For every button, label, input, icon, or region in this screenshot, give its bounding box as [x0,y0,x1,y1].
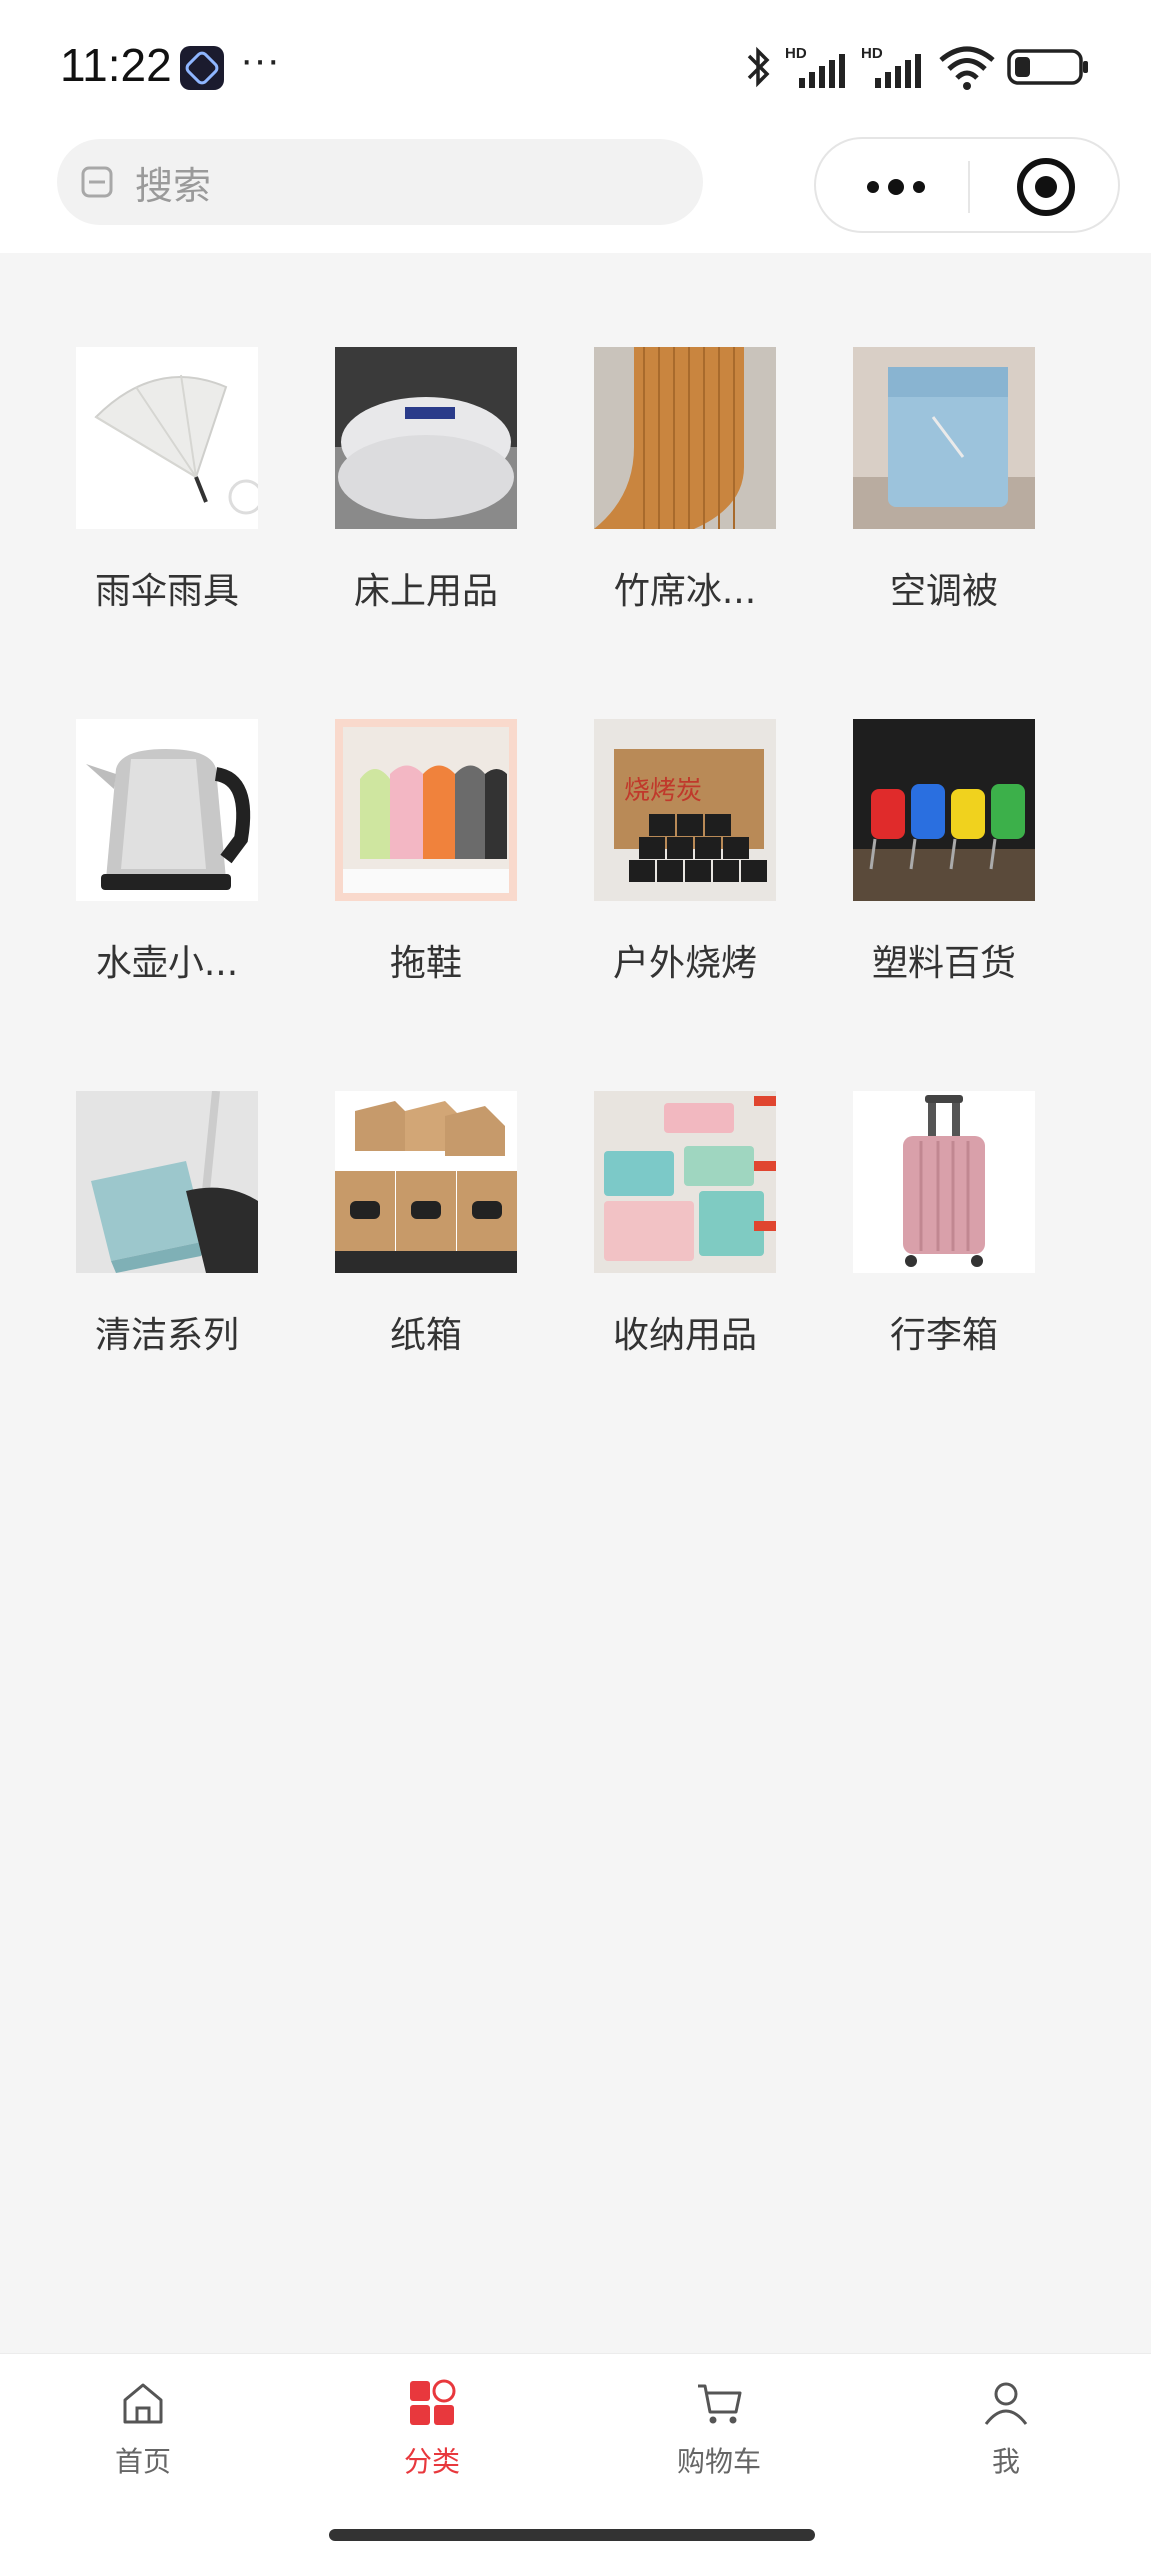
svg-text:HD: HD [861,45,883,62]
kettle-image [76,719,258,901]
category-item-quilt[interactable]: 空调被 [815,347,1045,687]
bedding-image [335,347,517,529]
category-item-kettle[interactable]: 水壶小... [38,719,268,1059]
category-item-bbq[interactable]: 烧烤炭 户外烧烤 [556,719,786,1059]
tab-category[interactable]: 分类 [332,2378,532,2488]
category-label: 收纳用品 [612,1315,757,1356]
category-label: 床上用品 [353,571,498,612]
category-label: 纸箱 [389,1315,462,1356]
status-bar: 11:22 ··· HD HD [0,0,1151,135]
tab-label: 分类 [403,2445,460,2478]
user-icon [984,2382,1028,2425]
category-label: 空调被 [889,571,998,612]
plastic-chairs-image [853,719,1035,901]
umbrella-image [76,347,258,529]
category-item-luggage[interactable]: 行李箱 [815,1091,1045,1431]
category-item-cleaning[interactable]: 清洁系列 [38,1091,268,1431]
category-item-bamboo-mat[interactable]: 竹席冰... [556,347,786,687]
battery-icon [1007,49,1088,85]
search-placeholder[interactable]: 搜索 [135,155,211,210]
category-label: 竹席冰... [613,571,757,612]
status-more-dots: ··· [240,38,280,82]
search-icon [81,166,113,198]
tab-label: 购物车 [676,2445,761,2478]
wifi-icon [939,46,995,90]
capsule-divider [968,161,970,213]
status-time: 11:22 [60,39,172,91]
category-item-plastic[interactable]: 塑料百货 [815,719,1045,1059]
category-icon [410,2379,456,2425]
category-label: 塑料百货 [871,943,1016,984]
slippers-image [335,719,517,901]
category-label: 行李箱 [889,1315,998,1356]
search-box[interactable]: 搜索 [57,139,703,225]
category-item-cardboard[interactable]: 纸箱 [297,1091,527,1431]
category-label: 雨伞雨具 [94,571,239,612]
cart-icon [698,2384,742,2424]
category-label: 户外烧烤 [612,943,757,984]
home-icon [123,2383,163,2424]
system-status-icons: HD HD [741,40,1091,94]
tab-label: 首页 [114,2445,171,2478]
target-close-icon [1017,158,1075,216]
tab-home[interactable]: 首页 [43,2378,243,2488]
quilt-image [853,347,1035,529]
signal-hd-2-icon: HD [861,45,921,88]
cardboard-box-image [335,1091,517,1273]
storage-box-image [594,1091,776,1273]
signal-hd-icon: HD [785,45,845,88]
charcoal-image: 烧烤炭 [594,719,776,901]
category-item-bedding[interactable]: 床上用品 [297,347,527,687]
category-item-storage[interactable]: 收纳用品 [556,1091,786,1431]
top-bar: 搜索 [0,135,1151,253]
category-item-umbrella[interactable]: 雨伞雨具 [38,347,268,687]
tab-label: 我 [991,2445,1020,2478]
category-label: 水壶小... [95,943,239,984]
tab-cart[interactable]: 购物车 [619,2378,819,2488]
app-notification-icon [180,46,224,90]
suitcase-image [853,1091,1035,1273]
bluetooth-icon [747,46,770,88]
home-indicator[interactable] [329,2529,815,2541]
close-mini-program-button[interactable] [1012,153,1080,221]
more-dots-icon [867,179,925,195]
category-label: 拖鞋 [389,943,462,984]
category-label: 清洁系列 [94,1315,239,1356]
dustpan-image [76,1091,258,1273]
svg-text:烧烤炭: 烧烤炭 [624,776,702,806]
tab-me[interactable]: 我 [906,2378,1106,2488]
svg-text:HD: HD [785,45,807,62]
bamboo-mat-image [594,347,776,529]
mini-program-capsule [814,137,1120,233]
category-item-slippers[interactable]: 拖鞋 [297,719,527,1059]
more-menu-button[interactable] [856,159,936,215]
